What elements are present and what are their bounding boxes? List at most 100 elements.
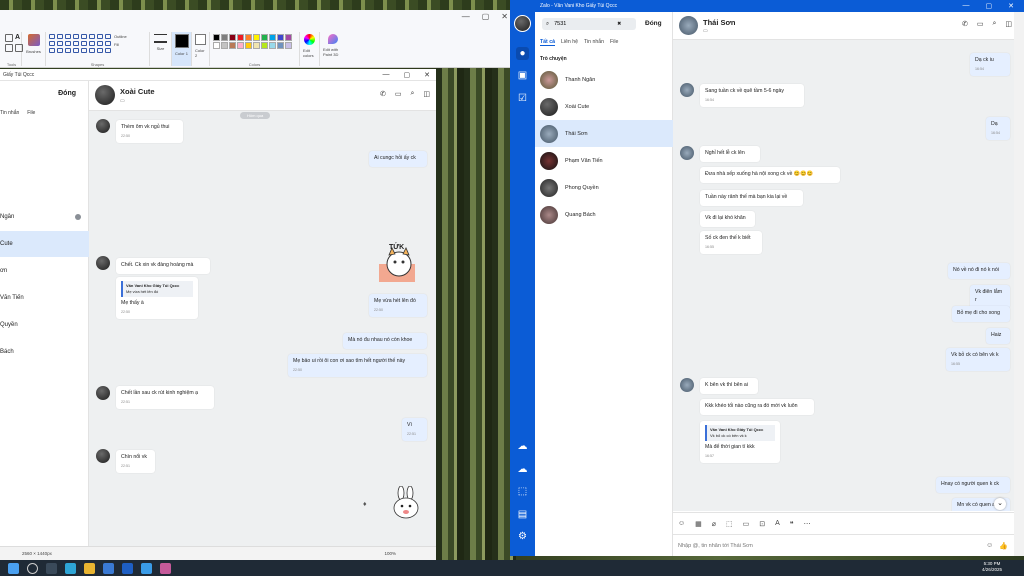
avatar[interactable]: [96, 256, 110, 270]
close-icon[interactable]: ✕: [501, 12, 508, 21]
quote-icon[interactable]: ❝: [790, 520, 794, 528]
avatar[interactable]: [679, 16, 698, 35]
close-icon[interactable]: ✕: [1008, 2, 1014, 10]
briefcase-icon[interactable]: ▤: [516, 508, 529, 521]
todo-icon[interactable]: ☑: [516, 92, 529, 105]
fill-icon[interactable]: [5, 44, 13, 52]
message-bubble[interactable]: Hnay có người quen k ck: [936, 477, 1010, 493]
more-icon[interactable]: ⋯: [804, 520, 811, 528]
contact-item[interactable]: Xoài Cute: [535, 93, 673, 120]
cloud-icon[interactable]: ☁: [516, 463, 529, 476]
contact-item[interactable]: Phạm Văn Tiến: [535, 147, 673, 174]
shapes-gallery[interactable]: [49, 34, 111, 53]
system-clock[interactable]: 5:30 PM 4/26/2025: [982, 561, 1002, 573]
contact-item[interactable]: Quyền: [0, 312, 89, 338]
brushes-button[interactable]: Brushes: [22, 32, 46, 66]
quoted-message[interactable]: Văn Vani Kho Giấy Túi Qccc Mẹ vừa hét lên…: [121, 281, 193, 297]
avatar[interactable]: [680, 378, 694, 392]
quoted-message[interactable]: Văn Vani Kho Giấy Túi Qccc Vk bỏ ck có bê…: [705, 425, 775, 441]
contact-item[interactable]: Văn Tiến: [0, 285, 89, 311]
avatar[interactable]: [96, 386, 110, 400]
zalo-taskbar-icon[interactable]: [141, 562, 152, 574]
message-bubble[interactable]: Haiz: [986, 328, 1010, 344]
maximize-icon[interactable]: ▢: [986, 2, 993, 10]
color-swatch[interactable]: [237, 42, 244, 49]
clear-search-icon[interactable]: ✖: [617, 21, 621, 27]
color-palette[interactable]: [213, 34, 292, 49]
zalo-taskbar-icon[interactable]: [122, 562, 133, 574]
image-icon[interactable]: ▦: [695, 520, 702, 528]
edge-icon[interactable]: [65, 562, 76, 574]
color-swatch[interactable]: [245, 34, 252, 41]
scrollbar[interactable]: [1014, 12, 1024, 556]
color-swatch[interactable]: [277, 34, 284, 41]
message-bubble[interactable]: Văn Vani Kho Giấy Túi Qccc Mẹ vừa hét lên…: [116, 277, 198, 320]
store-icon[interactable]: [103, 562, 114, 574]
message-bubble[interactable]: Ai cungc hỏi ấy ck: [369, 151, 427, 167]
message-bubble[interactable]: Sang tuần ck về quê tầm 5-6 ngày 16:54: [700, 84, 804, 108]
message-bubble[interactable]: Vk bỏ ck có bên vk k 16:55: [946, 348, 1010, 372]
tab-contacts[interactable]: Liên hệ: [561, 39, 578, 46]
paint-taskbar-icon[interactable]: [160, 562, 171, 574]
color-swatch[interactable]: [261, 42, 268, 49]
tag-icon[interactable]: ▭: [703, 28, 708, 34]
contact-item[interactable]: Ngân: [0, 204, 89, 230]
color-swatch[interactable]: [229, 34, 236, 41]
color-swatch[interactable]: [213, 34, 220, 41]
contact-item[interactable]: ơn: [0, 258, 89, 284]
sidebar-toggle-icon[interactable]: ◫: [423, 90, 430, 98]
avatar[interactable]: [680, 146, 694, 160]
message-bubble[interactable]: Chết lần sau ck rút kinh nghiệm ạ 22:51: [116, 386, 214, 410]
minimize-icon[interactable]: —: [963, 2, 970, 10]
contact-item[interactable]: Quang Bách: [535, 201, 673, 228]
close-search-button[interactable]: Đóng: [645, 20, 662, 27]
fill-dropdown[interactable]: Fill: [114, 42, 127, 47]
message-bubble[interactable]: Vk đi lại khó khăn: [700, 211, 755, 227]
color-swatch[interactable]: [285, 34, 292, 41]
sidebar-toggle-icon[interactable]: ◫: [1005, 20, 1012, 28]
search-icon[interactable]: ⌕: [992, 20, 996, 28]
sticker-icon[interactable]: ☺: [678, 520, 685, 527]
message-bubble[interactable]: Số ck đen thế k biết 16:55: [700, 231, 762, 255]
scroll-down-icon[interactable]: ⌄: [994, 498, 1006, 510]
settings-icon[interactable]: ⚙: [516, 530, 529, 543]
outline-dropdown[interactable]: Outline: [114, 34, 127, 39]
start-icon[interactable]: [8, 562, 19, 574]
video-call-icon[interactable]: ▭: [395, 90, 402, 98]
tab-files[interactable]: File: [610, 39, 618, 46]
color-swatch[interactable]: [269, 42, 276, 49]
message-bubble[interactable]: Nghỉ hết lễ ck lên: [700, 146, 760, 162]
contact-item[interactable]: Cute: [0, 231, 89, 257]
attach-icon[interactable]: ⌀: [712, 520, 716, 528]
message-bubble[interactable]: Tuần này rảnh thế mà bạn kia lại về: [700, 190, 803, 206]
minimize-icon[interactable]: —: [462, 12, 470, 21]
size-button[interactable]: Size: [150, 32, 172, 66]
tab-all[interactable]: Tất cả: [540, 39, 555, 46]
tab-messages[interactable]: Tin nhắn: [0, 110, 19, 116]
color-swatch[interactable]: [245, 42, 252, 49]
color-swatch[interactable]: [221, 42, 228, 49]
color-swatch[interactable]: [213, 42, 220, 49]
tag-icon[interactable]: ▭: [120, 98, 125, 104]
color-swatch[interactable]: [277, 42, 284, 49]
color-swatch[interactable]: [229, 42, 236, 49]
color-swatch[interactable]: [237, 34, 244, 41]
message-input[interactable]: [678, 542, 938, 549]
message-bubble[interactable]: Vì 22:51: [402, 418, 427, 442]
color-swatch[interactable]: [221, 34, 228, 41]
message-bubble[interactable]: Thèm ôm vk ngủ thui 22:50: [116, 120, 183, 144]
maximize-icon[interactable]: ▢: [482, 12, 490, 21]
color1-button[interactable]: Color 1: [172, 32, 192, 66]
screenshot-icon[interactable]: ⬚: [516, 485, 529, 498]
message-bubble[interactable]: Chết. Ck xin vk đàng hoàng mà: [116, 258, 210, 274]
edit-colors-button[interactable]: Edit colors: [300, 32, 320, 66]
search-icon[interactable]: ⌕: [410, 90, 414, 98]
message-bubble[interactable]: Dạ ck iu 16:54: [970, 53, 1010, 77]
message-bubble[interactable]: Kkk khéo tối nào cũng ra đó mới vk luôn: [700, 399, 814, 415]
contacts-icon[interactable]: ▣: [516, 69, 529, 82]
message-bubble[interactable]: Bỏ mẹ đi cho xong: [952, 306, 1010, 322]
tab-files[interactable]: File: [27, 110, 35, 116]
contact-item[interactable]: Thái Sơn: [535, 120, 673, 147]
video-call-icon[interactable]: ▭: [977, 20, 984, 28]
contact-item[interactable]: Bách: [0, 339, 89, 365]
